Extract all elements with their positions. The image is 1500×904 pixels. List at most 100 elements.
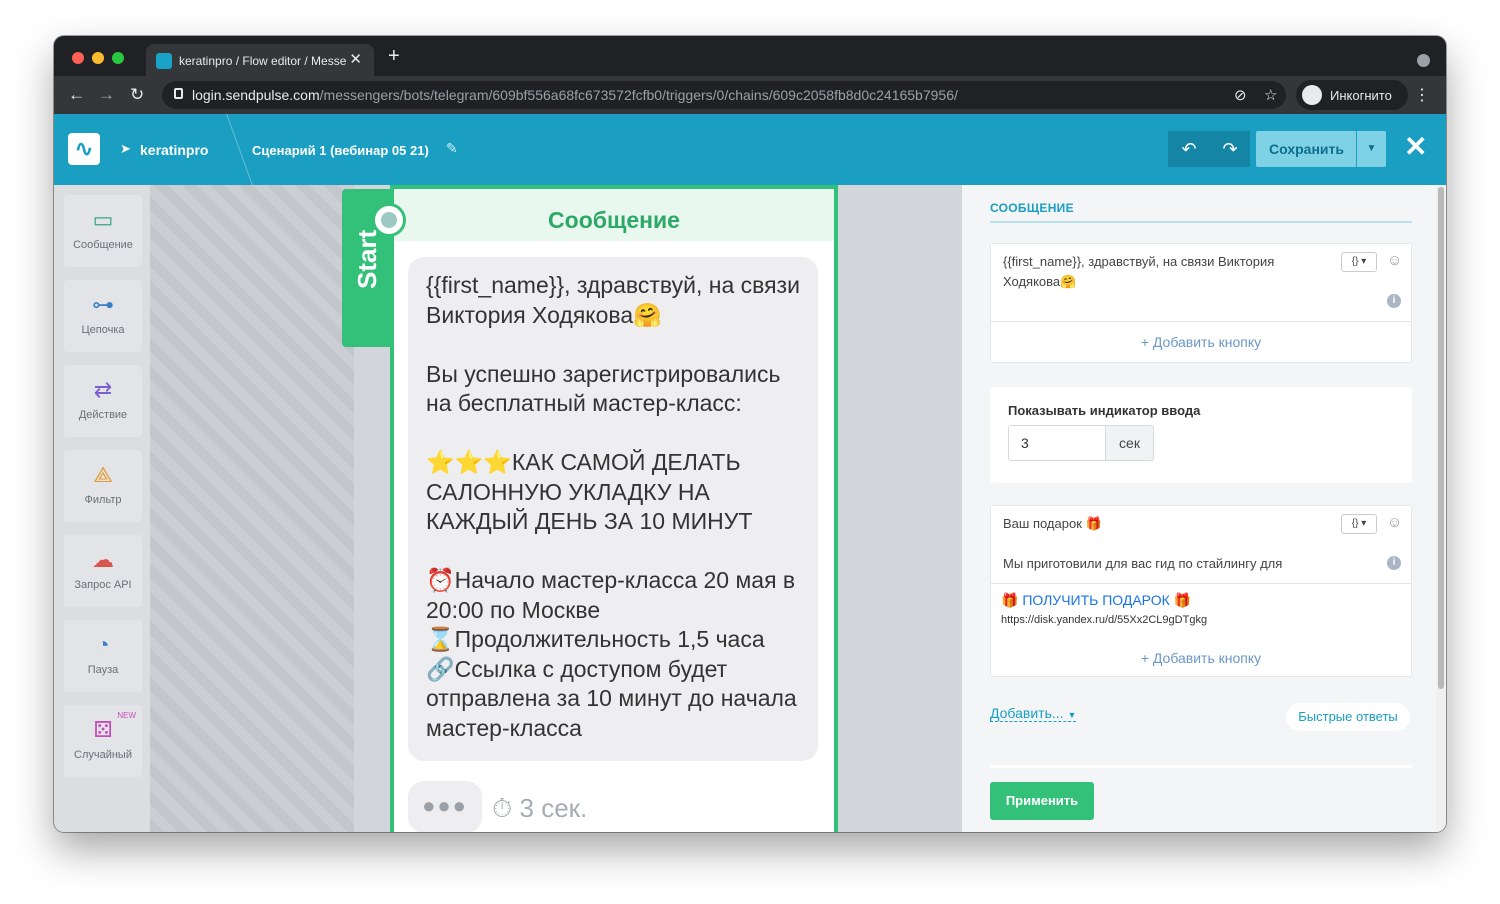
sidebar-item-filter[interactable]: ⟁ Фильтр — [64, 450, 142, 522]
emoji-icon[interactable]: ☺ — [1387, 252, 1402, 269]
sendpulse-favicon-icon — [156, 53, 172, 69]
typing-indicator-card: Показывать индикатор ввода 3 сек — [990, 387, 1412, 483]
close-editor-icon[interactable]: ✕ — [1404, 132, 1427, 162]
message-card-1: {{first_name}}, здравствуй, на связи Вик… — [990, 243, 1412, 363]
tab-title: keratinpro / Flow editor / Messe — [179, 54, 347, 68]
sidebar-item-message[interactable]: ▭ Сообщение — [64, 195, 142, 267]
info-icon[interactable]: i — [1387, 556, 1401, 570]
panel-section-title: СООБЩЕНИЕ — [990, 201, 1074, 215]
tab-close-icon[interactable]: ✕ — [349, 50, 362, 68]
panel-scrollbar[interactable] — [1436, 185, 1446, 832]
flow-editor-app: ∿ ➤ keratinpro Сценарий 1 (вебинар 05 21… — [54, 114, 1446, 832]
message-bubble: {{first_name}}, здравствуй, на связи Вик… — [408, 257, 818, 761]
typing-delay: ⏱ 3 сек. — [492, 793, 587, 825]
gift-link-url: https://disk.yandex.ru/d/55Xx2CL9gDTgkg — [1001, 614, 1208, 626]
eye-off-icon[interactable]: ⊘ — [1234, 86, 1247, 104]
star-bookmark-icon[interactable]: ☆ — [1264, 86, 1277, 104]
settings-panel: СООБЩЕНИЕ {{first_name}}, здравствуй, на… — [962, 185, 1446, 832]
input-port[interactable] — [372, 203, 406, 237]
save-button[interactable]: Сохранить ▼ — [1256, 131, 1386, 167]
action-icon: ⇄ — [93, 377, 113, 402]
reload-icon[interactable]: ↻ — [130, 85, 144, 105]
start-label: Start — [352, 229, 382, 289]
sidebar-item-label: Действие — [78, 409, 128, 421]
incognito-badge[interactable]: Инкогнито — [1296, 80, 1408, 110]
address-bar-row: ← → ↻ login.sendpulse.com/messengers/bot… — [54, 76, 1446, 114]
browser-tab[interactable]: keratinpro / Flow editor / Messe ✕ — [146, 44, 374, 76]
typing-indicator-label: Показывать индикатор ввода — [1008, 403, 1201, 418]
redo-button[interactable]: ↷ — [1210, 131, 1250, 167]
sidebar-item-label: Цепочка — [81, 324, 125, 336]
url-text: login.sendpulse.com/messengers/bots/tele… — [192, 87, 958, 103]
divider — [990, 765, 1412, 768]
message2-title: Ваш подарок 🎁 — [1003, 516, 1102, 531]
browser-menu-icon[interactable]: ⋮ — [1414, 85, 1430, 105]
message-icon: ▭ — [92, 207, 114, 232]
back-icon[interactable]: ← — [68, 85, 85, 105]
tab-search-icon[interactable] — [1417, 54, 1430, 67]
gift-button[interactable]: 🎁 ПОЛУЧИТЬ ПОДАРОК 🎁 — [1001, 592, 1191, 609]
seconds-unit: сек — [1106, 425, 1154, 461]
save-dropdown-chevron-icon[interactable]: ▼ — [1356, 131, 1386, 167]
minimize-window-button[interactable] — [92, 52, 104, 64]
filter-icon: ⟁ — [93, 462, 113, 487]
add-button-link-2[interactable]: + Добавить кнопку — [991, 650, 1411, 666]
typing-seconds-input[interactable]: 3 — [1008, 425, 1106, 461]
edit-pencil-icon[interactable]: ✎ — [446, 140, 458, 157]
new-badge: NEW — [117, 711, 136, 720]
bot-name[interactable]: keratinpro — [140, 142, 208, 158]
api-request-icon: ☁ — [92, 547, 114, 572]
message-node[interactable]: Сообщение {{first_name}}, здравствуй, на… — [372, 185, 838, 832]
sidebar-item-chain[interactable]: ⊶ Цепочка — [64, 280, 142, 352]
stopwatch-icon: ⏱ — [492, 793, 513, 823]
sidebar-item-label: Сообщение — [73, 239, 133, 251]
add-button-link-1[interactable]: + Добавить кнопку — [991, 334, 1411, 350]
sidebar-item-pause[interactable]: ◔ Пауза — [64, 620, 142, 692]
add-menu-label: Добавить... — [990, 705, 1064, 721]
chevron-down-icon: ▼ — [1067, 710, 1077, 720]
pause-timer-icon: ◔ — [96, 632, 110, 657]
variable-dropdown-button[interactable]: {} ▾ — [1341, 514, 1377, 534]
new-tab-button[interactable]: + — [388, 46, 400, 66]
breadcrumb-separator — [207, 114, 253, 185]
message-card-2: Ваш подарок 🎁 Мы приготовили для вас гид… — [990, 505, 1412, 677]
telegram-icon: ➤ — [120, 141, 131, 156]
apply-button[interactable]: Применить — [990, 782, 1094, 820]
scenario-title[interactable]: Сценарий 1 (вебинар 05 21) — [252, 143, 429, 158]
variable-dropdown-button[interactable]: {} ▾ — [1341, 252, 1377, 272]
flow-canvas[interactable]: Start Сообщение {{first_name}}, здравств… — [150, 185, 962, 832]
node-title: Сообщение — [548, 207, 680, 233]
typing-indicator: ●●● — [408, 781, 482, 832]
sidebar-item-action[interactable]: ⇄ Действие — [64, 365, 142, 437]
incognito-label: Инкогнито — [1330, 88, 1392, 103]
sidebar-item-label: Случайный — [74, 749, 132, 761]
quick-replies-button[interactable]: Быстрые ответы — [1286, 703, 1410, 731]
maximize-window-button[interactable] — [112, 52, 124, 64]
sendpulse-logo-icon[interactable]: ∿ — [68, 133, 100, 165]
add-content-dropdown[interactable]: Добавить... ▼ — [990, 705, 1077, 722]
node-header: Сообщение — [394, 189, 834, 241]
editor-header: ∿ ➤ keratinpro Сценарий 1 (вебинар 05 21… — [54, 114, 1446, 185]
tab-strip: keratinpro / Flow editor / Messe ✕ + — [54, 36, 1446, 76]
sidebar-item-label: Фильтр — [84, 494, 122, 506]
sidebar-item-api-request[interactable]: ☁ Запрос API — [64, 535, 142, 607]
delay-label: 3 сек. — [519, 793, 588, 823]
element-sidebar: ▭ Сообщение ⊶ Цепочка ⇄ Действие ⟁ Фильт… — [54, 185, 150, 832]
close-window-button[interactable] — [72, 52, 84, 64]
emoji-icon[interactable]: ☺ — [1387, 514, 1402, 531]
info-icon[interactable]: i — [1387, 294, 1401, 308]
undo-button[interactable]: ↶ — [1168, 131, 1210, 167]
save-label: Сохранить — [1269, 141, 1344, 157]
browser-window: keratinpro / Flow editor / Messe ✕ + ← →… — [54, 36, 1446, 832]
lock-icon — [174, 88, 183, 99]
sidebar-item-label: Пауза — [87, 664, 119, 676]
message2-text: Мы приготовили для вас гид по стайлингу … — [1003, 556, 1283, 571]
sidebar-item-label: Запрос API — [74, 579, 132, 591]
chain-icon: ⊶ — [92, 292, 114, 317]
sidebar-item-random[interactable]: NEW ⚄ Случайный — [64, 705, 142, 777]
incognito-icon — [1302, 85, 1322, 105]
url-field[interactable]: login.sendpulse.com/messengers/bots/tele… — [162, 81, 1286, 109]
forward-icon[interactable]: → — [98, 85, 115, 105]
random-dice-icon: ⚄ — [93, 717, 113, 742]
section-underline — [990, 221, 1412, 223]
